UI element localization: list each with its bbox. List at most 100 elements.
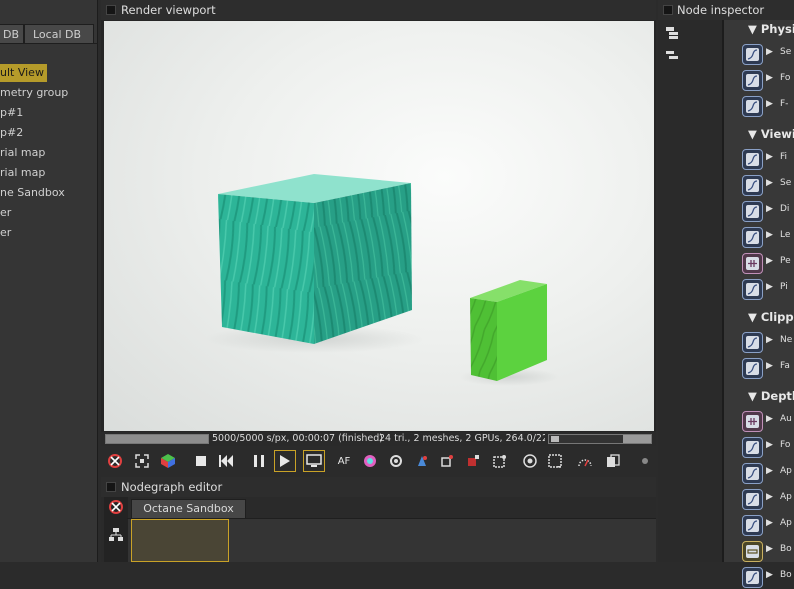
row-expand-icon[interactable]: ▶ [766,47,773,57]
autofocus-icon[interactable]: AF [333,450,355,472]
outliner-item[interactable]: ult View [0,64,47,82]
pin-type-icon[interactable] [742,70,763,91]
pin-type-icon[interactable] [742,201,763,222]
pin-type-icon[interactable] [742,175,763,196]
stop-icon[interactable] [190,450,212,472]
row-expand-icon[interactable]: ▶ [766,518,773,528]
copy-icon[interactable] [602,450,624,472]
render-canvas[interactable] [104,21,654,431]
pin-type-icon[interactable] [742,227,763,248]
inspector-section-header[interactable]: ▼ Clippin [748,307,794,327]
white-balance-icon[interactable] [359,450,381,472]
restart-icon[interactable] [215,450,237,472]
pin-type-icon[interactable] [742,149,763,170]
row-expand-icon[interactable]: ▶ [766,466,773,476]
inspector-section-header[interactable]: ▼ Physic [748,19,794,39]
dot-icon[interactable] [634,450,656,472]
recenter-icon[interactable] [131,450,153,472]
row-expand-icon[interactable]: ▶ [766,178,773,188]
inspector-row[interactable]: ▶ F- [742,96,794,118]
clear-icon[interactable] [104,450,126,472]
section-expand-icon[interactable]: ▼ [748,310,761,324]
outliner-item[interactable]: ne Sandbox [0,184,65,202]
row-expand-icon[interactable]: ▶ [766,256,773,266]
inspector-section-header[interactable]: ▼ Depth [748,386,794,406]
section-expand-icon[interactable]: ▼ [748,22,761,36]
inspector-row[interactable]: ▶ Di [742,201,794,223]
row-expand-icon[interactable]: ▶ [766,414,773,424]
inspector-row[interactable]: ▶ Ap [742,515,794,537]
row-expand-icon[interactable]: ▶ [766,152,773,162]
outliner-item[interactable]: p#1 [0,104,23,122]
play-icon[interactable] [274,450,296,472]
pin-type-icon[interactable] [742,253,763,274]
outliner-item[interactable]: er [0,204,11,222]
inspector-row[interactable]: ▶ Au [742,411,794,433]
row-expand-icon[interactable]: ▶ [766,570,773,580]
inspector-section-header[interactable]: ▼ Viewin [748,124,794,144]
row-expand-icon[interactable]: ▶ [766,440,773,450]
row-expand-icon[interactable]: ▶ [766,492,773,502]
inspector-row[interactable]: ▶ Pi [742,279,794,301]
row-expand-icon[interactable]: ▶ [766,282,773,292]
outliner-item[interactable]: p#2 [0,124,23,142]
row-expand-icon[interactable]: ▶ [766,335,773,345]
section-expand-icon[interactable]: ▼ [748,389,761,403]
display-icon[interactable] [303,450,325,472]
tab-db[interactable]: DB [0,24,24,44]
pin-type-icon[interactable] [742,567,763,588]
collapse-all-icon[interactable] [665,50,679,63]
pin-type-icon[interactable] [742,358,763,379]
camera-picker-icon[interactable] [436,450,458,472]
pin-type-icon[interactable] [742,489,763,510]
row-expand-icon[interactable]: ▶ [766,204,773,214]
object-picker-icon[interactable] [411,450,433,472]
tab-local-db[interactable]: Local DB [24,24,94,44]
inspector-row[interactable]: ▶ Fo [742,437,794,459]
inspector-row[interactable]: ▶ Ne [742,332,794,354]
inspector-row[interactable]: ▶ Le [742,227,794,249]
nodegraph-layout-icon[interactable] [108,527,124,546]
row-expand-icon[interactable]: ▶ [766,361,773,371]
row-expand-icon[interactable]: ▶ [766,544,773,554]
material-picker-icon[interactable] [385,450,407,472]
inspector-row[interactable]: ▶ Fo [742,70,794,92]
outliner-item[interactable]: rial map [0,144,45,162]
inspector-row[interactable]: ▶ Ap [742,489,794,511]
panel-menu-icon[interactable] [663,5,673,15]
pin-type-icon[interactable] [742,279,763,300]
pin-type-icon[interactable] [742,463,763,484]
panel-menu-icon[interactable] [106,482,116,492]
pin-type-icon[interactable] [742,515,763,536]
inspector-row[interactable]: ▶ Bo [742,567,794,589]
pin-type-icon[interactable] [742,437,763,458]
row-expand-icon[interactable]: ▶ [766,99,773,109]
pin-type-icon[interactable] [742,411,763,432]
nodegraph-clear-icon[interactable] [108,499,124,518]
gauge-icon[interactable] [574,450,596,472]
inspector-row[interactable]: ▶ Se [742,44,794,66]
focus-picker-icon[interactable] [462,450,484,472]
pin-type-icon[interactable] [742,96,763,117]
inspector-row[interactable]: ▶ Ap [742,463,794,485]
row-expand-icon[interactable]: ▶ [766,73,773,83]
row-expand-icon[interactable]: ▶ [766,230,773,240]
lock-icon[interactable] [519,450,541,472]
inspector-row[interactable]: ▶ Fa [742,358,794,380]
inspector-row[interactable]: ▶ Fi [742,149,794,171]
inspector-row[interactable]: ▶ Bo [742,541,794,563]
outliner-item[interactable]: rial map [0,164,45,182]
section-expand-icon[interactable]: ▼ [748,127,761,141]
pin-type-icon[interactable] [742,541,763,562]
film-region-icon[interactable] [544,450,566,472]
tab-octane-sandbox[interactable]: Octane Sandbox [131,499,246,519]
panel-menu-icon[interactable] [106,5,116,15]
pause-icon[interactable] [248,450,270,472]
outliner-item[interactable]: er [0,224,11,242]
selected-node[interactable] [131,519,229,562]
pin-type-icon[interactable] [742,332,763,353]
pin-type-icon[interactable] [742,44,763,65]
color-cube-icon[interactable] [157,450,179,472]
expand-all-icon[interactable] [665,26,679,43]
inspector-row[interactable]: ▶ Pe [742,253,794,275]
